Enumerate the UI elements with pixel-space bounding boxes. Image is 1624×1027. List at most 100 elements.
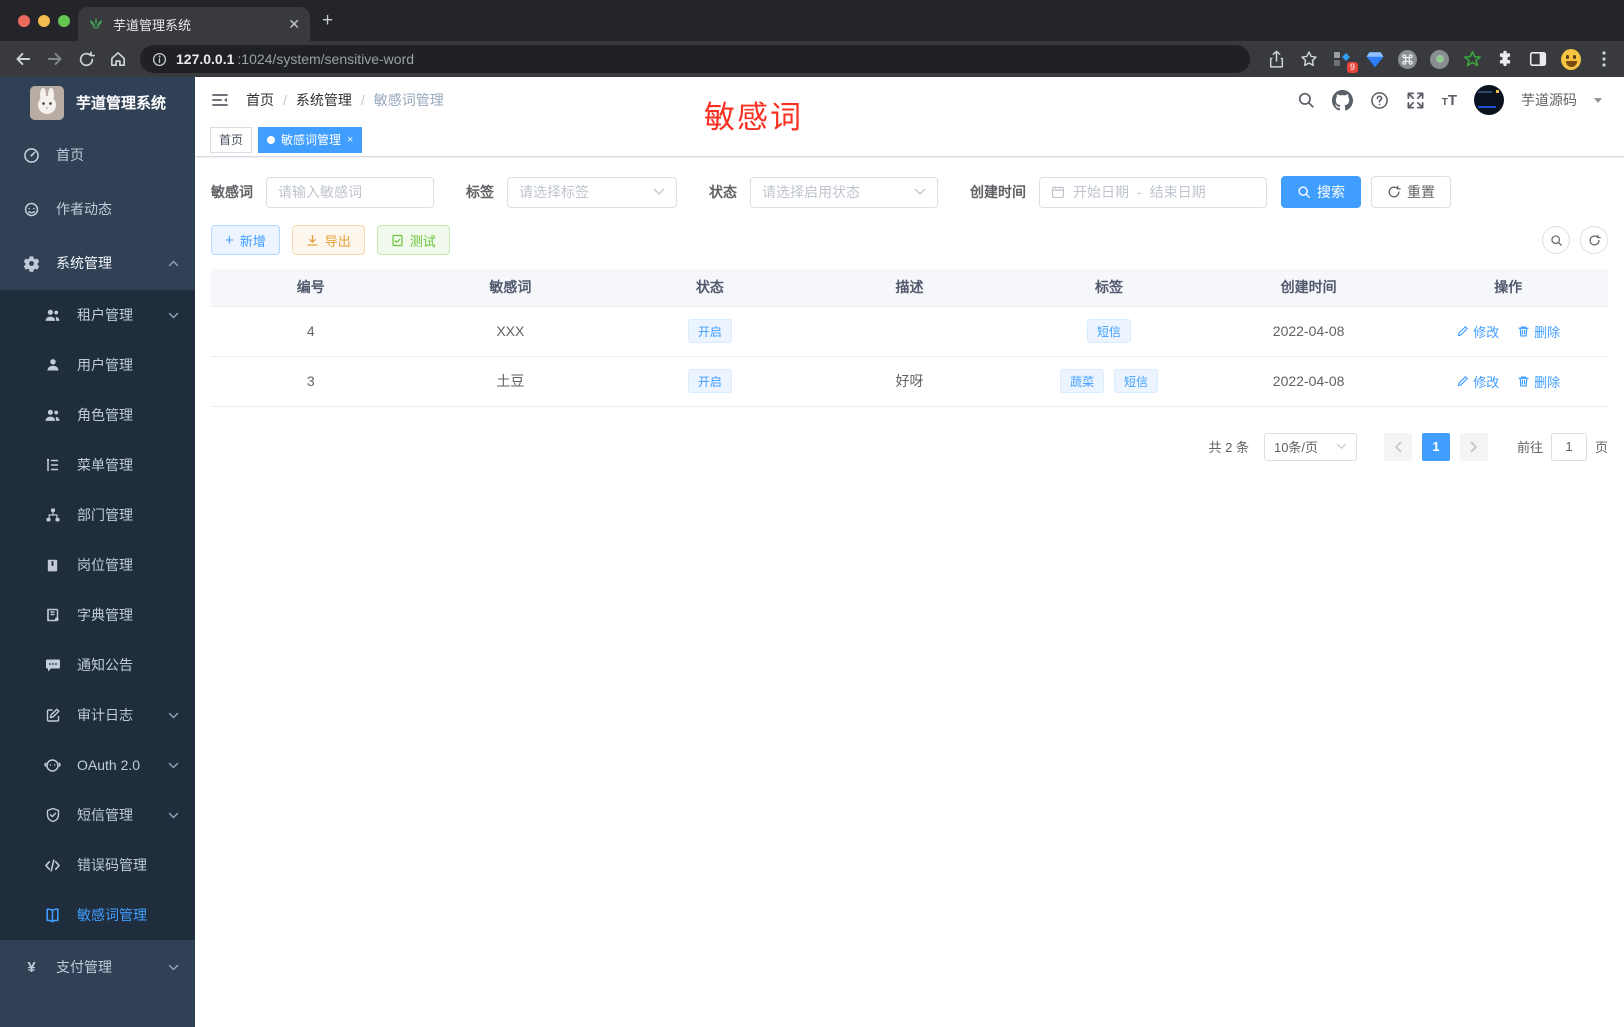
sidebar-item-sensitive-word[interactable]: 敏感词管理 xyxy=(0,890,195,940)
tag-home[interactable]: 首页 xyxy=(210,126,253,153)
export-button[interactable]: 导出 xyxy=(291,225,365,255)
browser-menu-icon[interactable] xyxy=(1594,49,1614,69)
reset-button[interactable]: 重置 xyxy=(1371,176,1451,208)
share-icon[interactable] xyxy=(1266,49,1286,69)
edit-link[interactable]: 修改 xyxy=(1456,322,1499,341)
annotation-text: 敏感词 xyxy=(704,100,803,135)
record-extension-icon[interactable] xyxy=(1430,49,1449,69)
sidebar-item-payment[interactable]: ¥ 支付管理 xyxy=(0,940,195,994)
status-badge: 开启 xyxy=(687,319,732,343)
sidebar-item-menu[interactable]: 菜单管理 xyxy=(0,440,195,490)
profile-avatar-icon[interactable] xyxy=(1561,48,1581,70)
sidebar-item-notice[interactable]: 通知公告 xyxy=(0,640,195,690)
total-count: 共 2 条 xyxy=(1208,440,1249,455)
close-window-button[interactable] xyxy=(18,15,30,27)
delete-link[interactable]: 删除 xyxy=(1517,372,1560,391)
url-host: 127.0.0.1 xyxy=(176,51,235,67)
reload-icon[interactable] xyxy=(78,51,95,68)
sidebar-item-role[interactable]: 角色管理 xyxy=(0,390,195,440)
dashboard-icon xyxy=(23,147,40,164)
user-avatar[interactable] xyxy=(1474,85,1504,115)
home-icon[interactable] xyxy=(109,50,127,68)
cell-id: 4 xyxy=(211,306,411,357)
prev-page-button[interactable] xyxy=(1383,432,1412,461)
sidebar-item-home[interactable]: 首页 xyxy=(0,128,195,182)
sidebar-item-sms[interactable]: 短信管理 xyxy=(0,790,195,840)
sidebar-item-user[interactable]: 用户管理 xyxy=(0,340,195,390)
app-logo[interactable]: 芋道管理系统 xyxy=(0,77,195,128)
site-info-icon[interactable] xyxy=(152,52,167,67)
status-badge: 开启 xyxy=(687,369,732,393)
sidebar-item-label: 通知公告 xyxy=(77,657,133,673)
chevron-down-icon xyxy=(168,762,179,769)
breadcrumb-home[interactable]: 首页 xyxy=(246,90,274,110)
sidebar-item-department[interactable]: 部门管理 xyxy=(0,490,195,540)
browser-extensions: 9 xyxy=(1266,41,1614,77)
cell-word: XXX xyxy=(410,306,611,357)
sidebar-item-author-news[interactable]: 作者动态 xyxy=(0,182,195,236)
sidebar-item-label: 首页 xyxy=(56,147,84,163)
puzzle-extension-icon[interactable] xyxy=(1495,49,1515,69)
logo-rabbit-icon xyxy=(30,85,64,120)
page-size-select[interactable]: 10条/页 xyxy=(1263,432,1357,461)
green-star-extension-icon[interactable] xyxy=(1462,49,1482,69)
sidebar-item-dict[interactable]: 字典管理 xyxy=(0,590,195,640)
back-icon[interactable] xyxy=(14,50,32,68)
bookmark-star-icon[interactable] xyxy=(1299,49,1319,69)
cell-description: 好呀 xyxy=(809,356,1010,407)
github-icon[interactable] xyxy=(1331,89,1353,111)
help-icon[interactable] xyxy=(1370,91,1389,110)
sidebar-item-label: 用户管理 xyxy=(77,357,133,373)
breadcrumb-section[interactable]: 系统管理 xyxy=(296,90,352,110)
tag-select[interactable]: 请选择标签 xyxy=(507,176,677,208)
favicon-leaf-icon xyxy=(88,16,104,32)
delete-link[interactable]: 删除 xyxy=(1517,322,1560,341)
forward-icon[interactable] xyxy=(46,50,64,68)
search-button[interactable]: 搜索 xyxy=(1281,176,1361,208)
gem-extension-icon[interactable] xyxy=(1365,49,1385,69)
side-panel-icon[interactable] xyxy=(1528,49,1548,69)
new-tab-button[interactable]: + xyxy=(322,11,333,30)
page-number-current[interactable]: 1 xyxy=(1421,432,1450,461)
fullscreen-icon[interactable] xyxy=(1406,91,1425,110)
goto-page-input[interactable] xyxy=(1550,432,1587,461)
next-page-button[interactable] xyxy=(1459,432,1488,461)
test-button[interactable]: 测试 xyxy=(376,225,450,255)
username[interactable]: 芋道源码 xyxy=(1521,90,1577,110)
browser-tab[interactable]: 芋道管理系统 ✕ xyxy=(78,7,310,41)
add-button[interactable]: + 新增 xyxy=(211,225,280,255)
extension-grid-icon[interactable]: 9 xyxy=(1332,49,1358,73)
search-icon[interactable] xyxy=(1297,91,1315,109)
tag-sensitive-word[interactable]: 敏感词管理 × xyxy=(258,126,363,153)
tag-badge: 蔬菜 xyxy=(1060,369,1105,393)
status-select[interactable]: 请选择启用状态 xyxy=(750,176,938,208)
address-bar[interactable]: 127.0.0.1:1024/system/sensitive-word xyxy=(140,45,1250,73)
minimize-window-button[interactable] xyxy=(38,15,50,27)
command-extension-icon[interactable] xyxy=(1398,49,1417,69)
collapse-sidebar-icon[interactable] xyxy=(210,90,230,110)
sidebar-item-audit-log[interactable]: 审计日志 xyxy=(0,690,195,740)
sidebar-item-system[interactable]: 系统管理 xyxy=(0,236,195,290)
refresh-table-button[interactable] xyxy=(1580,226,1608,254)
show-search-button[interactable] xyxy=(1542,226,1570,254)
sidebar-item-label: 短信管理 xyxy=(77,807,133,823)
edit-link[interactable]: 修改 xyxy=(1456,372,1499,391)
sidebar-item-label: 角色管理 xyxy=(77,407,133,423)
tab-close-icon[interactable]: ✕ xyxy=(288,17,300,31)
sidebar-item-oauth[interactable]: OAuth 2.0 xyxy=(0,740,195,790)
keyword-input[interactable]: 请输入敏感词 xyxy=(266,176,434,208)
sidebar-item-label: 错误码管理 xyxy=(77,857,147,873)
goto-label: 前往 xyxy=(1516,440,1543,455)
active-tag-dot xyxy=(267,135,276,144)
sidebar-item-label: 部门管理 xyxy=(77,507,133,523)
sidebar-item-tenant[interactable]: 租户管理 xyxy=(0,290,195,340)
tags-view-bar: 首页 敏感词管理 × xyxy=(195,123,1624,157)
date-range-picker[interactable]: 开始日期 - 结束日期 xyxy=(1039,176,1267,208)
tag-close-icon[interactable]: × xyxy=(347,134,353,146)
font-size-icon[interactable]: TT xyxy=(1442,92,1457,109)
sidebar-item-post[interactable]: 岗位管理 xyxy=(0,540,195,590)
zoom-window-button[interactable] xyxy=(58,15,70,27)
sidebar-item-error-code[interactable]: 错误码管理 xyxy=(0,840,195,890)
col-created: 创建时间 xyxy=(1208,269,1409,306)
user-menu-caret-icon[interactable] xyxy=(1594,97,1602,107)
